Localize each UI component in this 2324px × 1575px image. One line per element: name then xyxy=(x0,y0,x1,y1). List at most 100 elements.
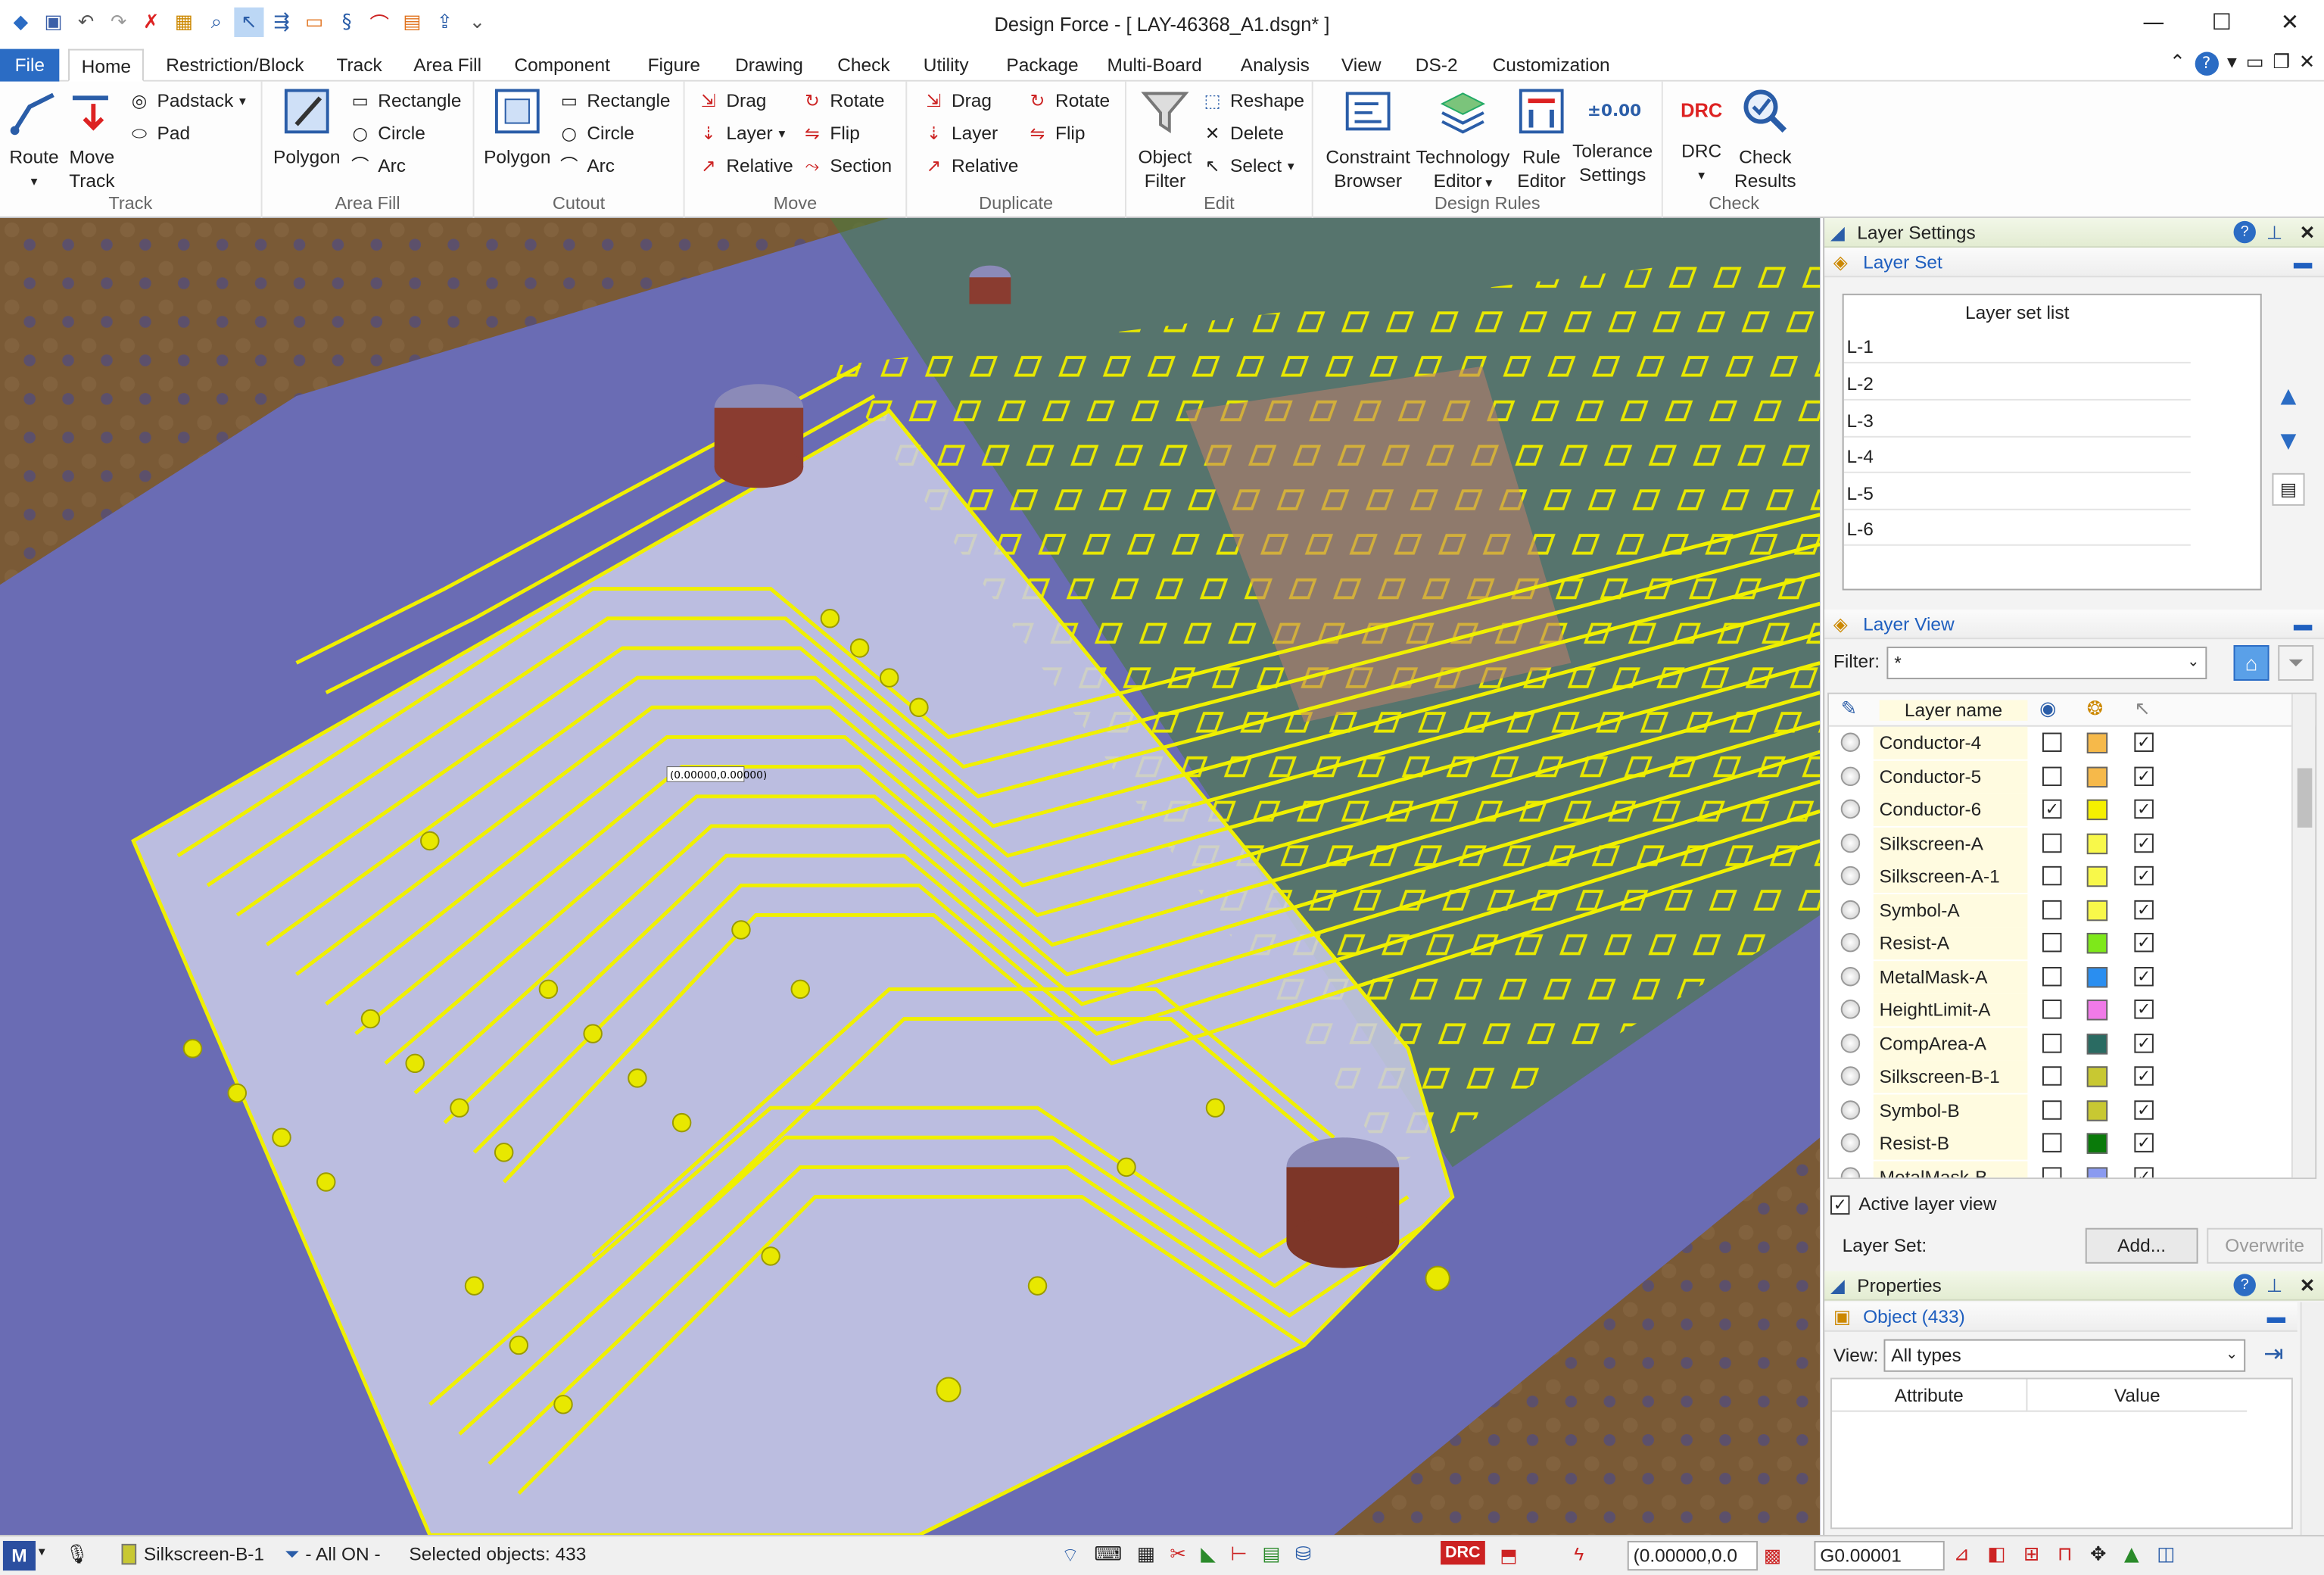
reshape-button[interactable]: ⬚ Reshape xyxy=(1201,86,1304,116)
list-item[interactable]: L-3 xyxy=(1843,405,2191,438)
visibility-checkbox[interactable] xyxy=(2042,732,2062,753)
mdi-restore-icon[interactable]: ❐ xyxy=(2273,52,2290,76)
layer-color-swatch[interactable] xyxy=(2086,732,2108,753)
layout-icon[interactable]: ◫ xyxy=(2157,1544,2175,1566)
customize-icon[interactable]: ⌄ xyxy=(463,8,492,37)
move-layer-button[interactable]: ⇣ Layer ▾ xyxy=(696,119,785,148)
active-layer-radio[interactable] xyxy=(1840,732,1861,753)
cursor-icon[interactable]: ↖ xyxy=(2134,697,2150,721)
list-item[interactable]: L-2 xyxy=(1843,368,2191,401)
layer-color-swatch[interactable] xyxy=(2086,865,2108,887)
filter-combobox[interactable]: * ⌄ xyxy=(1886,646,2207,680)
pin-view-icon[interactable]: ⇥ xyxy=(2257,1340,2290,1372)
layer-color-swatch[interactable] xyxy=(2086,832,2108,854)
layer-row[interactable]: Resist-B ✓ xyxy=(1829,1127,2170,1160)
column-layer-name[interactable]: Layer name xyxy=(1879,700,2028,721)
visibility-checkbox[interactable]: ✓ xyxy=(2042,799,2062,819)
move-drag-button[interactable]: ⇲ Drag xyxy=(696,86,766,116)
dropdown-icon[interactable]: ▾ xyxy=(2227,52,2237,76)
pin-tool-icon[interactable]: ⊓ xyxy=(2058,1544,2073,1566)
move-up-icon[interactable]: ▲ xyxy=(2272,381,2304,413)
route-icon[interactable]: ⇶ xyxy=(266,8,296,37)
tab-ds-2[interactable]: DS-2 xyxy=(1403,49,1469,82)
visibility-checkbox[interactable] xyxy=(2042,1000,2062,1019)
dropdown-icon[interactable]: ▾ xyxy=(39,1544,45,1561)
tab-package[interactable]: Package xyxy=(995,49,1091,82)
palette-icon[interactable]: ❂ xyxy=(2087,697,2103,721)
close-panel-icon[interactable]: ✕ xyxy=(2300,218,2316,248)
constraint-browser-button[interactable]: Constraint Browser xyxy=(1322,86,1413,193)
area-fill-polygon-button[interactable]: Polygon xyxy=(271,86,342,170)
undo-icon[interactable]: ↶ xyxy=(71,8,101,37)
help-icon[interactable]: ? xyxy=(2194,51,2219,76)
active-layer-radio[interactable] xyxy=(1840,832,1861,853)
area-fill-arc-button[interactable]: ⌒ Arc xyxy=(348,151,406,181)
move-flip-button[interactable]: ⇋ Flip xyxy=(800,119,860,148)
delete-button[interactable]: ✕ Delete xyxy=(1201,119,1284,148)
scrollbar-thumb[interactable] xyxy=(2297,768,2313,828)
active-layer-radio[interactable] xyxy=(1840,1000,1861,1019)
measure-icon[interactable]: ⊢ xyxy=(1230,1544,1247,1567)
layer-color-swatch[interactable] xyxy=(2086,1000,2108,1021)
tab-figure[interactable]: Figure xyxy=(636,49,712,82)
calculator-icon[interactable]: ▦ xyxy=(1137,1544,1155,1567)
list-item[interactable]: L-5 xyxy=(1843,478,2191,510)
component-icon[interactable]: ⊞ xyxy=(2023,1544,2039,1566)
pcb-3d-canvas[interactable]: (0.00000,0.00000) xyxy=(0,217,1821,1536)
list-item[interactable]: L-6 xyxy=(1843,513,2191,546)
eraser-icon[interactable]: ◧ xyxy=(1987,1544,2005,1566)
visibility-checkbox[interactable] xyxy=(2042,899,2062,919)
collapse-icon[interactable]: ▬ xyxy=(2294,248,2312,277)
visibility-checkbox[interactable] xyxy=(2042,1033,2062,1053)
visibility-checkbox[interactable] xyxy=(2042,1099,2062,1119)
area-fill-rectangle-button[interactable]: ▭ Rectangle xyxy=(348,86,462,116)
angle-icon[interactable]: ⊿ xyxy=(1954,1544,1970,1566)
active-layer-radio[interactable] xyxy=(1840,865,1861,886)
tab-track[interactable]: Track xyxy=(325,49,394,82)
eye-icon[interactable]: ◉ xyxy=(2039,697,2056,721)
properties-scrollbar[interactable] xyxy=(2300,1302,2324,1536)
post-icon[interactable]: ⬒ xyxy=(1500,1544,1517,1566)
tab-file[interactable]: File xyxy=(0,48,60,82)
active-layer-radio[interactable] xyxy=(1840,966,1861,986)
add-button[interactable]: Add... xyxy=(2085,1227,2198,1264)
help-icon[interactable]: ? xyxy=(2233,1274,2256,1296)
selectable-checkbox[interactable]: ✓ xyxy=(2134,932,2154,953)
active-layer-radio[interactable] xyxy=(1840,1033,1861,1053)
visibility-checkbox[interactable] xyxy=(2042,932,2062,953)
cancel-icon[interactable]: ✗ xyxy=(136,8,166,37)
app-icon[interactable]: ◆ xyxy=(6,8,36,37)
graph-icon[interactable]: ⌒ xyxy=(365,8,394,37)
active-layer-radio[interactable] xyxy=(1840,899,1861,919)
document-icon[interactable]: ▤ xyxy=(2272,472,2305,506)
database-icon[interactable]: ⛁ xyxy=(1295,1544,1311,1567)
selectable-checkbox[interactable]: ✓ xyxy=(2134,1033,2154,1053)
selectable-checkbox[interactable]: ✓ xyxy=(2134,899,2154,919)
layer-color-swatch[interactable] xyxy=(2086,1099,2108,1121)
active-layer-view-checkbox[interactable]: ✓ xyxy=(1830,1194,1850,1215)
move-section-button[interactable]: ⤳ Section xyxy=(800,151,893,181)
object-header[interactable]: ▣ Object (433) ▬ xyxy=(1824,1302,2298,1332)
selectable-checkbox[interactable]: ✓ xyxy=(2134,1066,2154,1086)
scissors-icon[interactable]: ✂ xyxy=(1170,1544,1185,1567)
visibility-checkbox[interactable] xyxy=(2042,966,2062,986)
select-button[interactable]: ↖ Select ▾ xyxy=(1201,151,1294,181)
maximize-icon[interactable]: ☐ xyxy=(2188,0,2256,45)
move-icon[interactable]: ✥ xyxy=(2090,1544,2106,1566)
filter-icon[interactable]: ⏷ xyxy=(2278,644,2314,681)
layer-color-swatch[interactable] xyxy=(2086,766,2108,788)
duplicate-rotate-button[interactable]: ↻ Rotate xyxy=(1026,86,1110,116)
rule-editor-button[interactable]: Rule Editor xyxy=(1512,86,1571,193)
help-icon[interactable]: ? xyxy=(2233,220,2256,244)
active-layer-radio[interactable] xyxy=(1840,1099,1861,1119)
mountain-icon[interactable]: ▲ xyxy=(2124,1544,2139,1566)
cutout-rectangle-button[interactable]: ▭ Rectangle xyxy=(557,86,671,116)
selectable-checkbox[interactable]: ✓ xyxy=(2134,832,2154,853)
mode-icon[interactable]: M xyxy=(2,1540,36,1571)
drc-status-icon[interactable]: DRC xyxy=(1441,1540,1485,1565)
selectable-checkbox[interactable]: ✓ xyxy=(2134,799,2154,819)
duplicate-layer-button[interactable]: ⇣ Layer xyxy=(922,119,998,148)
active-layer-radio[interactable] xyxy=(1840,932,1861,953)
duplicate-flip-button[interactable]: ⇋ Flip xyxy=(1026,119,1086,148)
visibility-checkbox[interactable] xyxy=(2042,1166,2062,1178)
